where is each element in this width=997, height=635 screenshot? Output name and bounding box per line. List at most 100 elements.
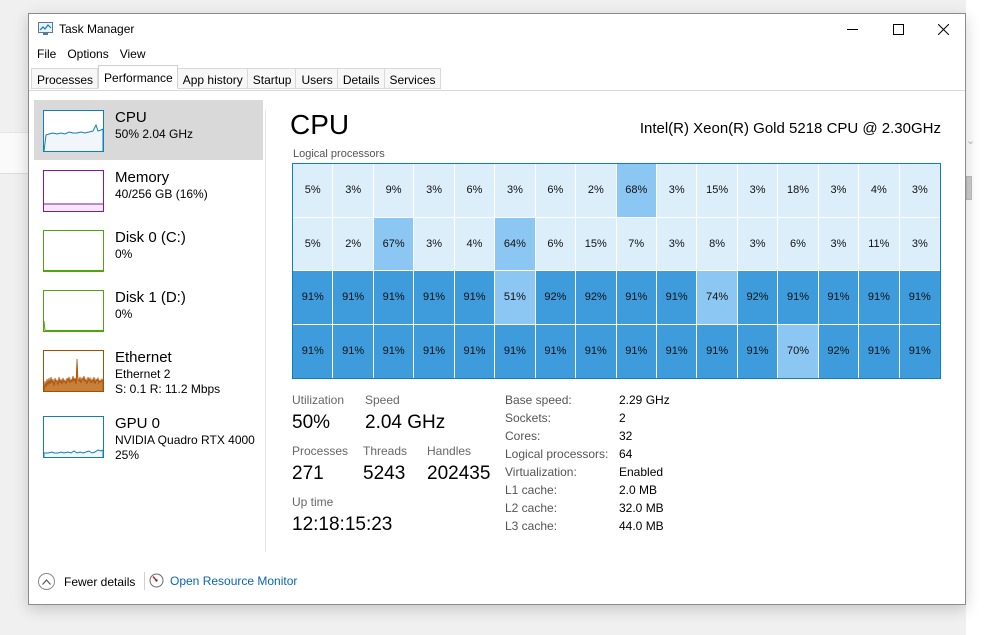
- processor-cell: 4%: [454, 217, 496, 271]
- tab-processes[interactable]: Processes: [31, 68, 99, 89]
- uptime-label: Up time: [292, 495, 334, 509]
- sidebar-item-disk-1[interactable]: Disk 1 (D:) 0%: [34, 280, 263, 340]
- processor-cell: 18%: [778, 164, 819, 218]
- processor-cell: 5%: [293, 217, 334, 271]
- processor-cell: 7%: [616, 217, 657, 271]
- threads-label: Threads: [363, 444, 408, 458]
- sidebar-item-disk-0[interactable]: Disk 0 (C:) 0%: [34, 220, 263, 280]
- sidebar-item-cpu[interactable]: CPU 50% 2.04 GHz: [34, 100, 263, 160]
- sidebar-item-gpu-0[interactable]: GPU 0 NVIDIA Quadro RTX 4000 25%: [34, 406, 263, 472]
- processor-cell: 91%: [373, 271, 415, 325]
- l3-cache-value: 44.0 MB: [619, 519, 664, 533]
- processor-cell: 3%: [333, 164, 374, 218]
- sidebar-ethernet-adapter: Ethernet 2: [115, 367, 171, 381]
- processor-cell: 91%: [899, 324, 940, 378]
- window-title: Task Manager: [59, 22, 135, 36]
- processor-cell: 3%: [414, 164, 455, 218]
- handles-value: 202435: [427, 463, 491, 484]
- fewer-details-label: Fewer details: [64, 574, 136, 589]
- processor-cell: 92%: [576, 271, 617, 325]
- processor-cell: 91%: [818, 271, 860, 325]
- tab-startup[interactable]: Startup: [247, 68, 297, 89]
- sidebar-gpu-detail: 25%: [115, 448, 140, 462]
- l1-cache-label: L1 cache:: [505, 483, 558, 497]
- sockets-label: Sockets:: [505, 411, 552, 425]
- processor-cell: 91%: [859, 324, 900, 378]
- fewer-details-button[interactable]: Fewer details: [38, 573, 135, 590]
- processor-cell: 3%: [818, 164, 860, 218]
- menu-bar: File Options View: [29, 45, 156, 65]
- tab-app-history[interactable]: App history: [177, 68, 248, 89]
- sidebar-divider: [265, 110, 266, 552]
- sidebar-disk1-title: Disk 1 (D:): [115, 289, 186, 306]
- processor-cell: 91%: [414, 271, 455, 325]
- open-resource-monitor-link[interactable]: Open Resource Monitor: [149, 573, 297, 588]
- processor-cell: 91%: [616, 271, 657, 325]
- menu-file[interactable]: File: [36, 45, 62, 65]
- scrollbar-thumb: [966, 176, 972, 200]
- processor-cell: 51%: [495, 271, 536, 325]
- tab-services[interactable]: Services: [384, 68, 441, 89]
- l2-cache-label: L2 cache:: [505, 501, 558, 515]
- logical-processors-count-value: 64: [619, 447, 633, 461]
- sidebar-item-memory[interactable]: Memory 40/256 GB (16%): [34, 160, 263, 220]
- processor-cell: 92%: [535, 271, 577, 325]
- minimize-icon: [846, 28, 858, 30]
- virtualization-label: Virtualization:: [505, 465, 577, 479]
- l2-cache-value: 32.0 MB: [619, 501, 664, 515]
- minimize-button[interactable]: [829, 14, 875, 44]
- processor-cell: 6%: [778, 217, 819, 271]
- speed-value: 2.04 GHz: [365, 412, 446, 433]
- processor-cell: 91%: [737, 324, 779, 378]
- tab-details[interactable]: Details: [337, 68, 385, 89]
- task-manager-window: Task Manager File Options View Processes…: [28, 13, 966, 605]
- tab-bar: Processes Performance App history Startu…: [31, 65, 441, 90]
- processor-cell: 3%: [656, 164, 698, 218]
- sidebar-disk0-title: Disk 0 (C:): [115, 229, 186, 246]
- ethernet-thumbnail-graph: [43, 350, 104, 392]
- processor-cell: 92%: [818, 324, 860, 378]
- resource-monitor-icon: [149, 573, 164, 588]
- processor-cell: 91%: [414, 324, 455, 378]
- close-button[interactable]: [920, 14, 966, 44]
- processor-cell: 91%: [616, 324, 657, 378]
- uptime-value: 12:18:15:23: [292, 514, 393, 535]
- processor-cell: 3%: [495, 164, 536, 218]
- processor-cell: 6%: [535, 217, 577, 271]
- menu-options[interactable]: Options: [66, 45, 114, 65]
- cores-label: Cores:: [505, 429, 541, 443]
- sidebar-ethernet-throughput: S: 0.1 R: 11.2 Mbps: [115, 382, 221, 396]
- processor-cell: 91%: [333, 324, 374, 378]
- utilization-label: Utilization: [292, 393, 345, 407]
- sidebar-disk0-detail: 0%: [115, 247, 133, 261]
- processor-cell: 91%: [333, 271, 374, 325]
- processor-cell: 68%: [616, 164, 657, 218]
- open-resource-monitor-label: Open Resource Monitor: [170, 573, 298, 588]
- processor-cell: 91%: [899, 271, 940, 325]
- processor-cell: 91%: [697, 324, 738, 378]
- disk0-thumbnail-graph: [43, 230, 104, 272]
- processor-cell: 3%: [899, 164, 940, 218]
- processor-cell: 15%: [576, 217, 617, 271]
- gpu-thumbnail-graph: [43, 416, 104, 458]
- chevron-up-icon: [38, 573, 55, 590]
- memory-thumbnail-graph: [43, 170, 104, 212]
- logical-processors-label: Logical processors: [293, 148, 385, 160]
- tab-users[interactable]: Users: [296, 68, 338, 89]
- processor-cell: 2%: [576, 164, 617, 218]
- processor-cell: 91%: [293, 324, 334, 378]
- processor-cell: 5%: [293, 164, 334, 218]
- menu-view[interactable]: View: [119, 45, 152, 65]
- base-speed-label: Base speed:: [505, 393, 572, 407]
- resource-sidebar: CPU 50% 2.04 GHz Memory 40/256 GB (16%) …: [32, 100, 264, 552]
- l1-cache-value: 2.0 MB: [619, 483, 658, 497]
- maximize-button[interactable]: [875, 14, 921, 44]
- tab-performance[interactable]: Performance: [98, 65, 178, 89]
- processor-cell: 6%: [454, 164, 496, 218]
- processes-label: Processes: [292, 444, 349, 458]
- background-window-edge: ⌄: [966, 0, 997, 635]
- processor-cell: 15%: [697, 164, 738, 218]
- sidebar-ethernet-title: Ethernet: [115, 349, 172, 366]
- cores-value: 32: [619, 429, 633, 443]
- sidebar-item-ethernet[interactable]: Ethernet Ethernet 2 S: 0.1 R: 11.2 Mbps: [34, 340, 263, 400]
